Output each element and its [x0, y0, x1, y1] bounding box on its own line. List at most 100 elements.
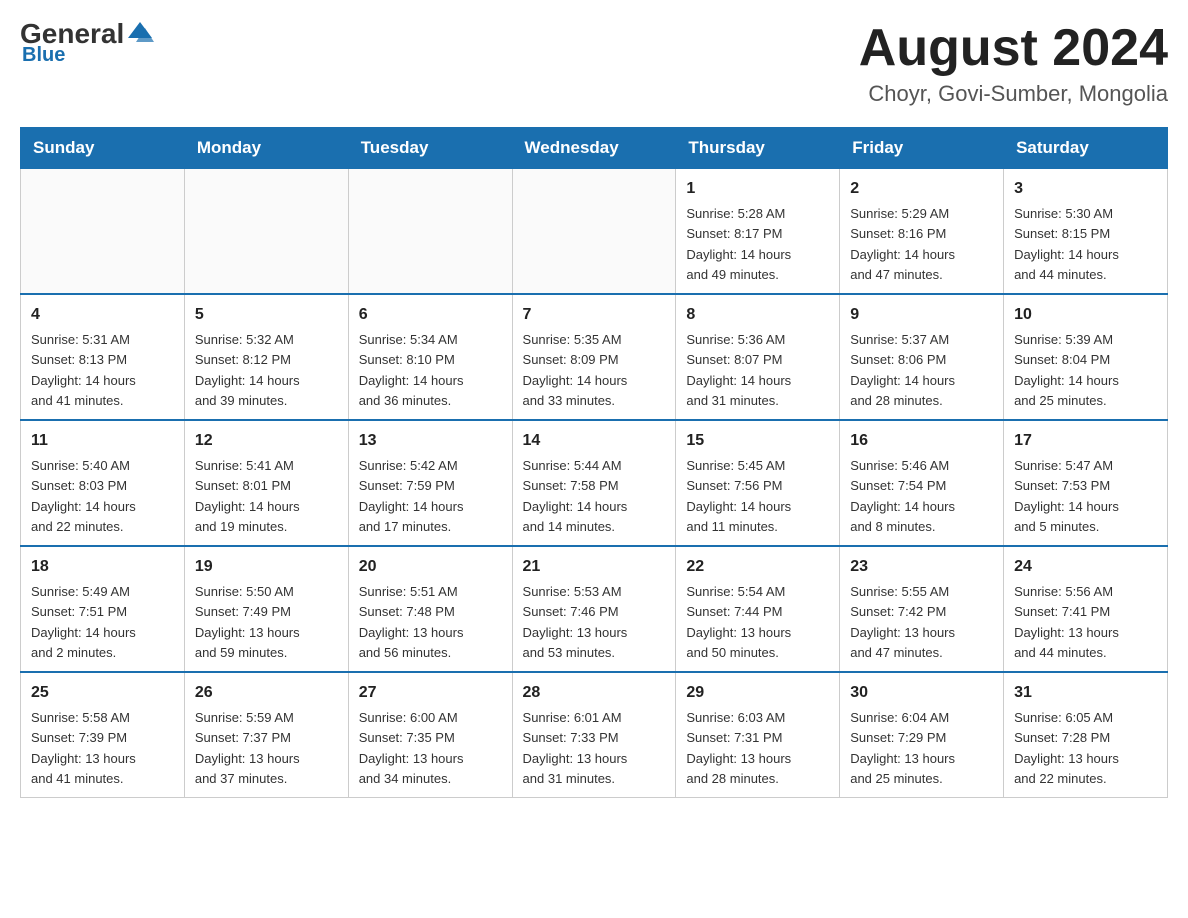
- day-number: 30: [850, 681, 993, 705]
- calendar-day-cell: 6 Sunrise: 5:34 AM Sunset: 8:10 PM Daylig…: [348, 294, 512, 420]
- calendar-week-row: 11 Sunrise: 5:40 AM Sunset: 8:03 PM Dayli…: [21, 420, 1168, 546]
- day-number: 14: [523, 429, 666, 453]
- logo-icon: [126, 18, 154, 46]
- calendar-table: SundayMondayTuesdayWednesdayThursdayFrid…: [20, 127, 1168, 798]
- day-info: Sunrise: 5:35 AM Sunset: 8:09 PM Dayligh…: [523, 332, 628, 408]
- day-number: 18: [31, 555, 174, 579]
- calendar-day-cell: [348, 169, 512, 295]
- day-info: Sunrise: 5:29 AM Sunset: 8:16 PM Dayligh…: [850, 206, 955, 282]
- day-number: 10: [1014, 303, 1157, 327]
- calendar-day-cell: 18 Sunrise: 5:49 AM Sunset: 7:51 PM Dayli…: [21, 546, 185, 672]
- calendar-day-cell: 23 Sunrise: 5:55 AM Sunset: 7:42 PM Dayli…: [840, 546, 1004, 672]
- calendar-day-cell: 25 Sunrise: 5:58 AM Sunset: 7:39 PM Dayli…: [21, 672, 185, 798]
- weekday-header-tuesday: Tuesday: [348, 128, 512, 169]
- day-number: 9: [850, 303, 993, 327]
- calendar-day-cell: [512, 169, 676, 295]
- title-section: August 2024 Choyr, Govi-Sumber, Mongolia: [859, 20, 1168, 107]
- day-info: Sunrise: 5:49 AM Sunset: 7:51 PM Dayligh…: [31, 584, 136, 660]
- logo: General Blue: [20, 20, 154, 67]
- calendar-day-cell: 27Sunrise: 6:00 AM Sunset: 7:35 PM Dayli…: [348, 672, 512, 798]
- calendar-day-cell: [21, 169, 185, 295]
- weekday-header-saturday: Saturday: [1004, 128, 1168, 169]
- calendar-day-cell: 26 Sunrise: 5:59 AM Sunset: 7:37 PM Dayli…: [184, 672, 348, 798]
- day-info: Sunrise: 5:55 AM Sunset: 7:42 PM Dayligh…: [850, 584, 955, 660]
- day-info: Sunrise: 5:34 AM Sunset: 8:10 PM Dayligh…: [359, 332, 464, 408]
- day-number: 6: [359, 303, 502, 327]
- logo-blue: Blue: [20, 44, 65, 67]
- calendar-day-cell: 8 Sunrise: 5:36 AM Sunset: 8:07 PM Daylig…: [676, 294, 840, 420]
- day-number: 29: [686, 681, 829, 705]
- day-info: Sunrise: 5:42 AM Sunset: 7:59 PM Dayligh…: [359, 458, 464, 534]
- day-info: Sunrise: 6:04 AM Sunset: 7:29 PM Dayligh…: [850, 710, 955, 786]
- day-number: 31: [1014, 681, 1157, 705]
- day-number: 2: [850, 177, 993, 201]
- calendar-day-cell: 30 Sunrise: 6:04 AM Sunset: 7:29 PM Dayli…: [840, 672, 1004, 798]
- day-info: Sunrise: 5:51 AM Sunset: 7:48 PM Dayligh…: [359, 584, 464, 660]
- day-number: 1: [686, 177, 829, 201]
- calendar-day-cell: 1 Sunrise: 5:28 AM Sunset: 8:17 PM Daylig…: [676, 169, 840, 295]
- day-info: Sunrise: 5:56 AM Sunset: 7:41 PM Dayligh…: [1014, 584, 1119, 660]
- month-title: August 2024: [859, 20, 1168, 77]
- day-number: 25: [31, 681, 174, 705]
- weekday-header-wednesday: Wednesday: [512, 128, 676, 169]
- day-info: Sunrise: 5:32 AM Sunset: 8:12 PM Dayligh…: [195, 332, 300, 408]
- day-info: Sunrise: 5:28 AM Sunset: 8:17 PM Dayligh…: [686, 206, 791, 282]
- day-number: 13: [359, 429, 502, 453]
- day-info: Sunrise: 5:45 AM Sunset: 7:56 PM Dayligh…: [686, 458, 791, 534]
- calendar-day-cell: 3Sunrise: 5:30 AM Sunset: 8:15 PM Daylig…: [1004, 169, 1168, 295]
- calendar-day-cell: 14 Sunrise: 5:44 AM Sunset: 7:58 PM Dayli…: [512, 420, 676, 546]
- day-number: 12: [195, 429, 338, 453]
- calendar-day-cell: 21Sunrise: 5:53 AM Sunset: 7:46 PM Dayli…: [512, 546, 676, 672]
- day-info: Sunrise: 5:47 AM Sunset: 7:53 PM Dayligh…: [1014, 458, 1119, 534]
- calendar-day-cell: 13 Sunrise: 5:42 AM Sunset: 7:59 PM Dayli…: [348, 420, 512, 546]
- day-info: Sunrise: 5:50 AM Sunset: 7:49 PM Dayligh…: [195, 584, 300, 660]
- day-number: 7: [523, 303, 666, 327]
- calendar-day-cell: 24 Sunrise: 5:56 AM Sunset: 7:41 PM Dayli…: [1004, 546, 1168, 672]
- calendar-day-cell: 9 Sunrise: 5:37 AM Sunset: 8:06 PM Daylig…: [840, 294, 1004, 420]
- calendar-day-cell: 15 Sunrise: 5:45 AM Sunset: 7:56 PM Dayli…: [676, 420, 840, 546]
- day-number: 26: [195, 681, 338, 705]
- day-info: Sunrise: 5:40 AM Sunset: 8:03 PM Dayligh…: [31, 458, 136, 534]
- calendar-day-cell: 17 Sunrise: 5:47 AM Sunset: 7:53 PM Dayli…: [1004, 420, 1168, 546]
- day-info: Sunrise: 5:59 AM Sunset: 7:37 PM Dayligh…: [195, 710, 300, 786]
- calendar-day-cell: 5Sunrise: 5:32 AM Sunset: 8:12 PM Daylig…: [184, 294, 348, 420]
- calendar-day-cell: 7 Sunrise: 5:35 AM Sunset: 8:09 PM Daylig…: [512, 294, 676, 420]
- day-number: 8: [686, 303, 829, 327]
- day-number: 4: [31, 303, 174, 327]
- location-subtitle: Choyr, Govi-Sumber, Mongolia: [859, 81, 1168, 107]
- calendar-day-cell: 2 Sunrise: 5:29 AM Sunset: 8:16 PM Daylig…: [840, 169, 1004, 295]
- day-info: Sunrise: 5:37 AM Sunset: 8:06 PM Dayligh…: [850, 332, 955, 408]
- calendar-day-cell: 28 Sunrise: 6:01 AM Sunset: 7:33 PM Dayli…: [512, 672, 676, 798]
- weekday-header-monday: Monday: [184, 128, 348, 169]
- calendar-header-row: SundayMondayTuesdayWednesdayThursdayFrid…: [21, 128, 1168, 169]
- day-info: Sunrise: 5:58 AM Sunset: 7:39 PM Dayligh…: [31, 710, 136, 786]
- calendar-day-cell: 19 Sunrise: 5:50 AM Sunset: 7:49 PM Dayli…: [184, 546, 348, 672]
- day-info: Sunrise: 5:36 AM Sunset: 8:07 PM Dayligh…: [686, 332, 791, 408]
- calendar-week-row: 1 Sunrise: 5:28 AM Sunset: 8:17 PM Daylig…: [21, 169, 1168, 295]
- day-number: 17: [1014, 429, 1157, 453]
- weekday-header-friday: Friday: [840, 128, 1004, 169]
- calendar-week-row: 18 Sunrise: 5:49 AM Sunset: 7:51 PM Dayli…: [21, 546, 1168, 672]
- calendar-day-cell: 11 Sunrise: 5:40 AM Sunset: 8:03 PM Dayli…: [21, 420, 185, 546]
- day-info: Sunrise: 5:44 AM Sunset: 7:58 PM Dayligh…: [523, 458, 628, 534]
- calendar-day-cell: 29 Sunrise: 6:03 AM Sunset: 7:31 PM Dayli…: [676, 672, 840, 798]
- calendar-day-cell: 10Sunrise: 5:39 AM Sunset: 8:04 PM Dayli…: [1004, 294, 1168, 420]
- day-number: 19: [195, 555, 338, 579]
- day-number: 11: [31, 429, 174, 453]
- calendar-day-cell: 22Sunrise: 5:54 AM Sunset: 7:44 PM Dayli…: [676, 546, 840, 672]
- page-header: General Blue August 2024 Choyr, Govi-Sum…: [20, 20, 1168, 107]
- day-number: 16: [850, 429, 993, 453]
- day-info: Sunrise: 5:31 AM Sunset: 8:13 PM Dayligh…: [31, 332, 136, 408]
- calendar-day-cell: 20Sunrise: 5:51 AM Sunset: 7:48 PM Dayli…: [348, 546, 512, 672]
- day-info: Sunrise: 6:01 AM Sunset: 7:33 PM Dayligh…: [523, 710, 628, 786]
- calendar-day-cell: 4 Sunrise: 5:31 AM Sunset: 8:13 PM Daylig…: [21, 294, 185, 420]
- weekday-header-thursday: Thursday: [676, 128, 840, 169]
- day-number: 15: [686, 429, 829, 453]
- day-info: Sunrise: 6:03 AM Sunset: 7:31 PM Dayligh…: [686, 710, 791, 786]
- day-info: Sunrise: 5:30 AM Sunset: 8:15 PM Dayligh…: [1014, 206, 1119, 282]
- day-info: Sunrise: 5:54 AM Sunset: 7:44 PM Dayligh…: [686, 584, 791, 660]
- day-number: 23: [850, 555, 993, 579]
- day-number: 24: [1014, 555, 1157, 579]
- weekday-header-sunday: Sunday: [21, 128, 185, 169]
- day-number: 28: [523, 681, 666, 705]
